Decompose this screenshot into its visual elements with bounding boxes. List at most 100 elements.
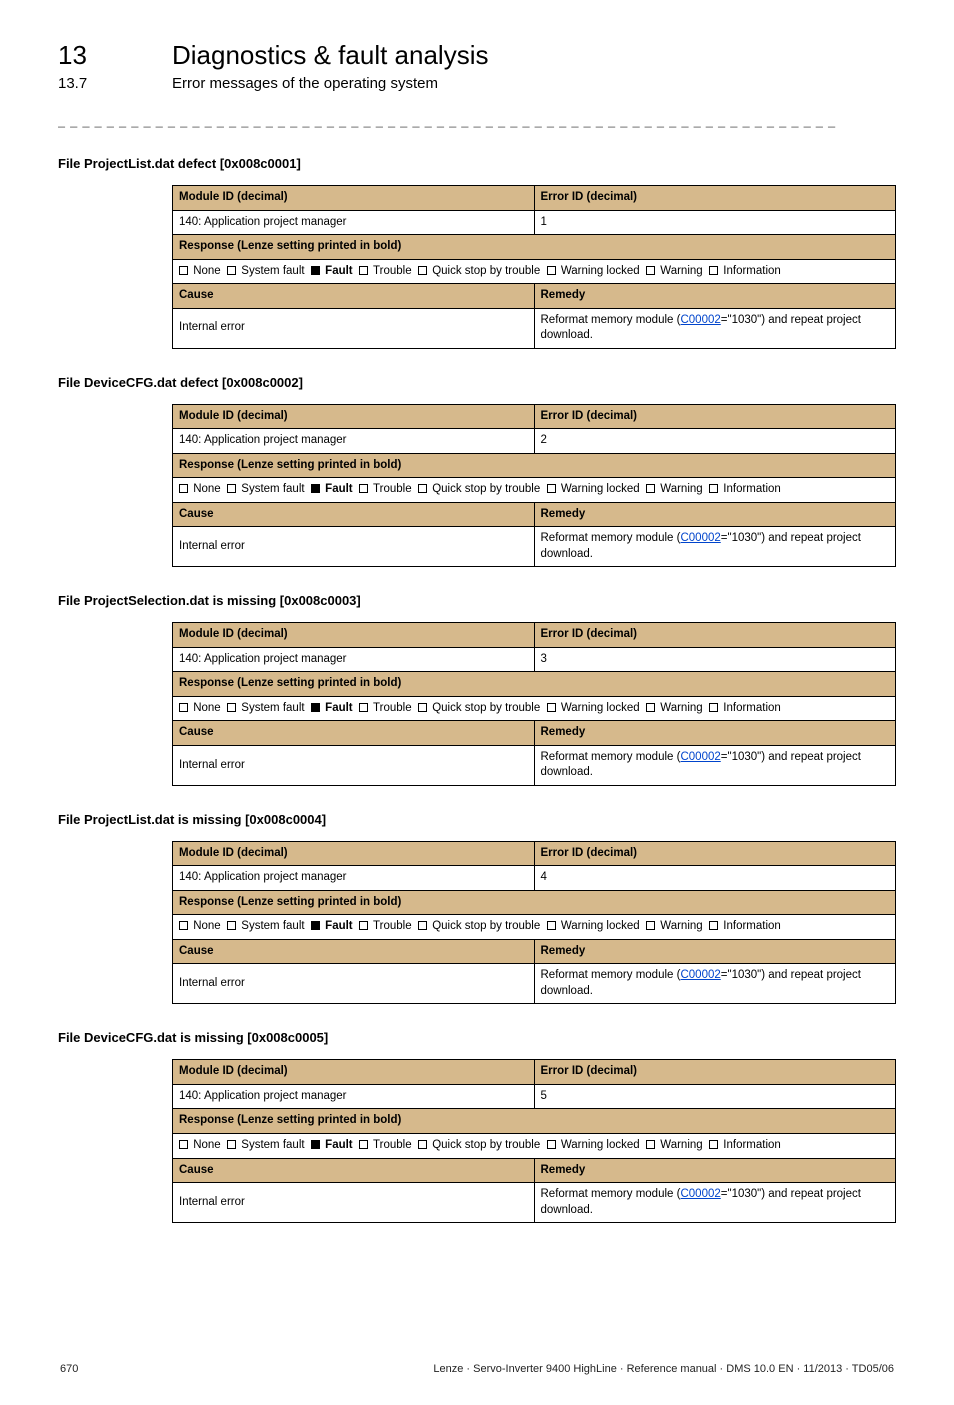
header-row-ids: Module ID (decimal) Error ID (decimal)	[173, 1060, 896, 1085]
response-options-row: None System fault Fault Trouble Quick st…	[173, 478, 896, 503]
response-header-row: Response (Lenze setting printed in bold)	[173, 890, 896, 915]
error-table: Module ID (decimal) Error ID (decimal) 1…	[172, 841, 896, 1005]
resp-none: None	[193, 265, 221, 277]
checkbox-filled-icon	[311, 1140, 320, 1149]
remedy-link[interactable]: C00002	[680, 314, 720, 326]
module-id-header: Module ID (decimal)	[173, 1060, 535, 1085]
remedy-value: Reformat memory module (C00002="1030") a…	[534, 308, 896, 348]
cause-remedy-row: Internal error Reformat memory module (C…	[173, 527, 896, 567]
remedy-pre: Reformat memory module (	[541, 532, 681, 544]
header-row-ids: Module ID (decimal) Error ID (decimal)	[173, 623, 896, 648]
cause-remedy-row: Internal error Reformat memory module (C…	[173, 964, 896, 1004]
resp-warn: Warning	[660, 483, 702, 495]
resp-info: Information	[723, 265, 781, 277]
checkbox-empty-icon	[359, 1140, 368, 1149]
checkbox-empty-icon	[709, 921, 718, 930]
cause-remedy-row: Internal error Reformat memory module (C…	[173, 308, 896, 348]
checkbox-empty-icon	[359, 266, 368, 275]
footer-text: Lenze · Servo-Inverter 9400 HighLine · R…	[433, 1363, 894, 1375]
error-id-header: Error ID (decimal)	[534, 404, 896, 429]
checkbox-filled-icon	[311, 484, 320, 493]
error-title: File DeviceCFG.dat is missing [0x008c000…	[58, 1030, 896, 1045]
resp-quick: Quick stop by trouble	[432, 702, 540, 714]
cause-remedy-header-row: Cause Remedy	[173, 1158, 896, 1183]
error-id-value: 3	[534, 647, 896, 672]
checkbox-filled-icon	[311, 921, 320, 930]
cause-remedy-header-row: Cause Remedy	[173, 939, 896, 964]
error-title: File ProjectSelection.dat is missing [0x…	[58, 593, 896, 608]
error-id-header: Error ID (decimal)	[534, 1060, 896, 1085]
remedy-link[interactable]: C00002	[680, 751, 720, 763]
remedy-value: Reformat memory module (C00002="1030") a…	[534, 527, 896, 567]
module-id-header: Module ID (decimal)	[173, 186, 535, 211]
response-header: Response (Lenze setting printed in bold)	[173, 1109, 896, 1134]
value-row-ids: 140: Application project manager 3	[173, 647, 896, 672]
resp-trouble: Trouble	[373, 265, 412, 277]
chapter-header: 13 Diagnostics & fault analysis	[58, 40, 896, 71]
module-id-value: 140: Application project manager	[173, 1084, 535, 1109]
checkbox-empty-icon	[709, 1140, 718, 1149]
remedy-header: Remedy	[534, 1158, 896, 1183]
cause-remedy-header-row: Cause Remedy	[173, 721, 896, 746]
response-header-row: Response (Lenze setting printed in bold)	[173, 672, 896, 697]
resp-fault: Fault	[325, 265, 352, 277]
cause-remedy-header-row: Cause Remedy	[173, 284, 896, 309]
checkbox-empty-icon	[418, 484, 427, 493]
resp-quick: Quick stop by trouble	[432, 920, 540, 932]
cause-value: Internal error	[173, 308, 535, 348]
checkbox-empty-icon	[227, 1140, 236, 1149]
section-title: Error messages of the operating system	[172, 75, 438, 92]
cause-value: Internal error	[173, 745, 535, 785]
remedy-link[interactable]: C00002	[680, 1188, 720, 1200]
module-id-header: Module ID (decimal)	[173, 841, 535, 866]
module-id-value: 140: Application project manager	[173, 866, 535, 891]
error-id-value: 4	[534, 866, 896, 891]
checkbox-empty-icon	[646, 1140, 655, 1149]
remedy-pre: Reformat memory module (	[541, 314, 681, 326]
cause-header: Cause	[173, 502, 535, 527]
remedy-header: Remedy	[534, 502, 896, 527]
resp-sysfault: System fault	[241, 265, 304, 277]
remedy-link[interactable]: C00002	[680, 969, 720, 981]
resp-warnlock: Warning locked	[561, 920, 640, 932]
resp-info: Information	[723, 920, 781, 932]
error-title: File ProjectList.dat defect [0x008c0001]	[58, 156, 896, 171]
checkbox-empty-icon	[359, 703, 368, 712]
cause-remedy-row: Internal error Reformat memory module (C…	[173, 1183, 896, 1223]
page-root: 13 Diagnostics & fault analysis 13.7 Err…	[0, 0, 954, 1405]
checkbox-empty-icon	[646, 484, 655, 493]
resp-sysfault: System fault	[241, 920, 304, 932]
resp-warnlock: Warning locked	[561, 702, 640, 714]
remedy-link[interactable]: C00002	[680, 532, 720, 544]
table-wrap: Module ID (decimal) Error ID (decimal) 1…	[172, 404, 896, 568]
section-number: 13.7	[58, 75, 142, 92]
checkbox-empty-icon	[359, 921, 368, 930]
remedy-header: Remedy	[534, 284, 896, 309]
checkbox-empty-icon	[547, 703, 556, 712]
response-options-row: None System fault Fault Trouble Quick st…	[173, 1133, 896, 1158]
cause-header: Cause	[173, 284, 535, 309]
table-wrap: Module ID (decimal) Error ID (decimal) 1…	[172, 841, 896, 1005]
cause-value: Internal error	[173, 964, 535, 1004]
checkbox-empty-icon	[418, 703, 427, 712]
cause-remedy-header-row: Cause Remedy	[173, 502, 896, 527]
response-options-row: None System fault Fault Trouble Quick st…	[173, 915, 896, 940]
resp-quick: Quick stop by trouble	[432, 483, 540, 495]
value-row-ids: 140: Application project manager 5	[173, 1084, 896, 1109]
checkbox-empty-icon	[646, 921, 655, 930]
remedy-pre: Reformat memory module (	[541, 751, 681, 763]
divider-line: _ _ _ _ _ _ _ _ _ _ _ _ _ _ _ _ _ _ _ _ …	[58, 114, 896, 128]
value-row-ids: 140: Application project manager 1	[173, 210, 896, 235]
resp-none: None	[193, 702, 221, 714]
resp-info: Information	[723, 702, 781, 714]
chapter-title: Diagnostics & fault analysis	[172, 40, 488, 71]
module-id-value: 140: Application project manager	[173, 210, 535, 235]
response-options: None System fault Fault Trouble Quick st…	[173, 696, 896, 721]
checkbox-empty-icon	[359, 484, 368, 493]
checkbox-empty-icon	[709, 266, 718, 275]
error-id-header: Error ID (decimal)	[534, 841, 896, 866]
checkbox-empty-icon	[179, 266, 188, 275]
resp-trouble: Trouble	[373, 1139, 412, 1151]
value-row-ids: 140: Application project manager 2	[173, 429, 896, 454]
resp-fault: Fault	[325, 1139, 352, 1151]
